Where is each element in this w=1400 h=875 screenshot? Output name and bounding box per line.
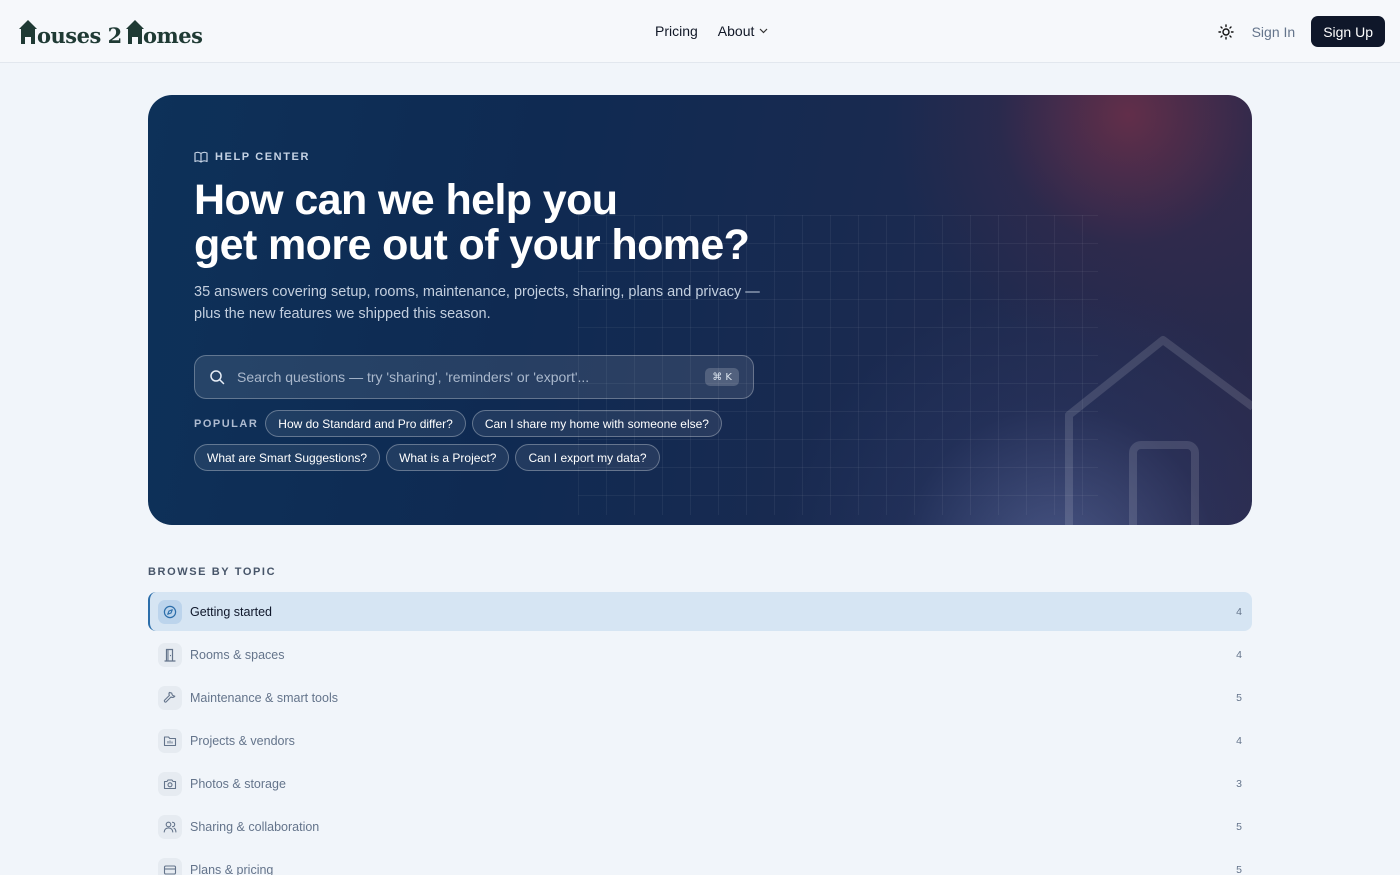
site-logo[interactable]: ouses 2 omes bbox=[18, 16, 208, 48]
faq-search-box: ⌘ K bbox=[194, 355, 754, 399]
topic-getting-started[interactable]: Getting started 4 bbox=[148, 592, 1252, 631]
compass-icon bbox=[163, 605, 177, 618]
nav-about-label: About bbox=[717, 23, 755, 39]
hero-title: How can we help you get more out of your… bbox=[194, 178, 834, 268]
primary-nav: Pricing About bbox=[655, 20, 768, 42]
popular-chip-sharing[interactable]: Can I share my home with someone else? bbox=[471, 410, 722, 437]
browse-topics-heading: BROWSE BY TOPIC bbox=[148, 566, 277, 578]
keyboard-shortcut-badge: ⌘ K bbox=[705, 368, 739, 386]
popular-chip-plans[interactable]: How do Standard and Pro differ? bbox=[265, 410, 466, 437]
door-icon bbox=[164, 648, 176, 662]
popular-chip-project[interactable]: What is a Project? bbox=[386, 444, 510, 471]
hero-subtitle: 35 answers covering setup, rooms, mainte… bbox=[194, 284, 760, 322]
sign-up-button[interactable]: Sign Up bbox=[1311, 16, 1385, 47]
theme-toggle-button[interactable] bbox=[1216, 22, 1236, 42]
hero-title-line-2: get more out of your home? bbox=[194, 221, 750, 269]
topic-label: Projects & vendors bbox=[190, 733, 295, 748]
topic-count: 5 bbox=[1236, 691, 1242, 704]
folder-icon bbox=[163, 735, 177, 746]
search-icon bbox=[210, 370, 225, 385]
topic-label: Rooms & spaces bbox=[190, 647, 285, 662]
topic-count: 4 bbox=[1236, 605, 1242, 618]
topic-count: 3 bbox=[1236, 777, 1242, 790]
users-icon bbox=[163, 821, 177, 833]
topic-plans-pricing[interactable]: Plans & pricing 5 bbox=[148, 850, 1252, 875]
eyebrow-label: HELP CENTER bbox=[215, 151, 311, 163]
topic-sharing-collaboration[interactable]: Sharing & collaboration 5 bbox=[148, 807, 1252, 846]
popular-chip-smart-suggestions[interactable]: What are Smart Suggestions? bbox=[194, 444, 381, 471]
topic-label: Plans & pricing bbox=[190, 862, 274, 875]
nav-about-dropdown[interactable]: About bbox=[718, 23, 769, 39]
sign-in-link[interactable]: Sign In bbox=[1252, 24, 1296, 40]
credit-card-icon bbox=[163, 864, 177, 875]
topic-label: Getting started bbox=[190, 604, 272, 619]
topic-rooms-spaces[interactable]: Rooms & spaces 4 bbox=[148, 635, 1252, 674]
topic-projects-vendors[interactable]: Projects & vendors 4 bbox=[148, 721, 1252, 760]
topic-list: Getting started 4 Rooms & spaces 4 Maint… bbox=[148, 592, 1252, 875]
logo-wordmark-icon: ouses 2 omes bbox=[19, 20, 203, 47]
svg-text:ouses 2: ouses 2 bbox=[37, 23, 122, 47]
topic-label: Photos & storage bbox=[190, 776, 286, 791]
topic-count: 4 bbox=[1236, 734, 1242, 747]
topic-photos-storage[interactable]: Photos & storage 3 bbox=[148, 764, 1252, 803]
top-navigation-bar: ouses 2 omes Pricing About Sign In Sign … bbox=[0, 0, 1400, 63]
search-input[interactable] bbox=[237, 369, 706, 385]
house-outline-icon bbox=[1065, 336, 1252, 525]
book-open-icon bbox=[194, 151, 208, 163]
header-actions: Sign In Sign Up bbox=[1216, 16, 1385, 47]
camera-icon bbox=[163, 778, 177, 789]
chevron-down-icon bbox=[759, 28, 768, 34]
help-center-eyebrow: HELP CENTER bbox=[194, 150, 310, 164]
sun-icon bbox=[1217, 23, 1234, 40]
popular-chip-export[interactable]: Can I export my data? bbox=[515, 444, 660, 471]
nav-pricing-link[interactable]: Pricing bbox=[655, 23, 698, 39]
wrench-icon bbox=[163, 691, 176, 703]
topic-count: 4 bbox=[1236, 648, 1242, 661]
help-center-hero: HELP CENTER How can we help you get more… bbox=[148, 95, 1252, 525]
topic-label: Maintenance & smart tools bbox=[190, 690, 338, 705]
topic-count: 5 bbox=[1236, 863, 1242, 875]
hero-title-line-1: How can we help you bbox=[194, 176, 618, 224]
topic-maintenance-smart-tools[interactable]: Maintenance & smart tools 5 bbox=[148, 678, 1252, 717]
popular-label: POPULAR bbox=[194, 417, 259, 430]
svg-text:omes: omes bbox=[143, 23, 202, 47]
topic-label: Sharing & collaboration bbox=[190, 819, 320, 834]
topic-count: 5 bbox=[1236, 820, 1242, 833]
popular-questions: POPULAR How do Standard and Pro differ? … bbox=[194, 410, 754, 471]
